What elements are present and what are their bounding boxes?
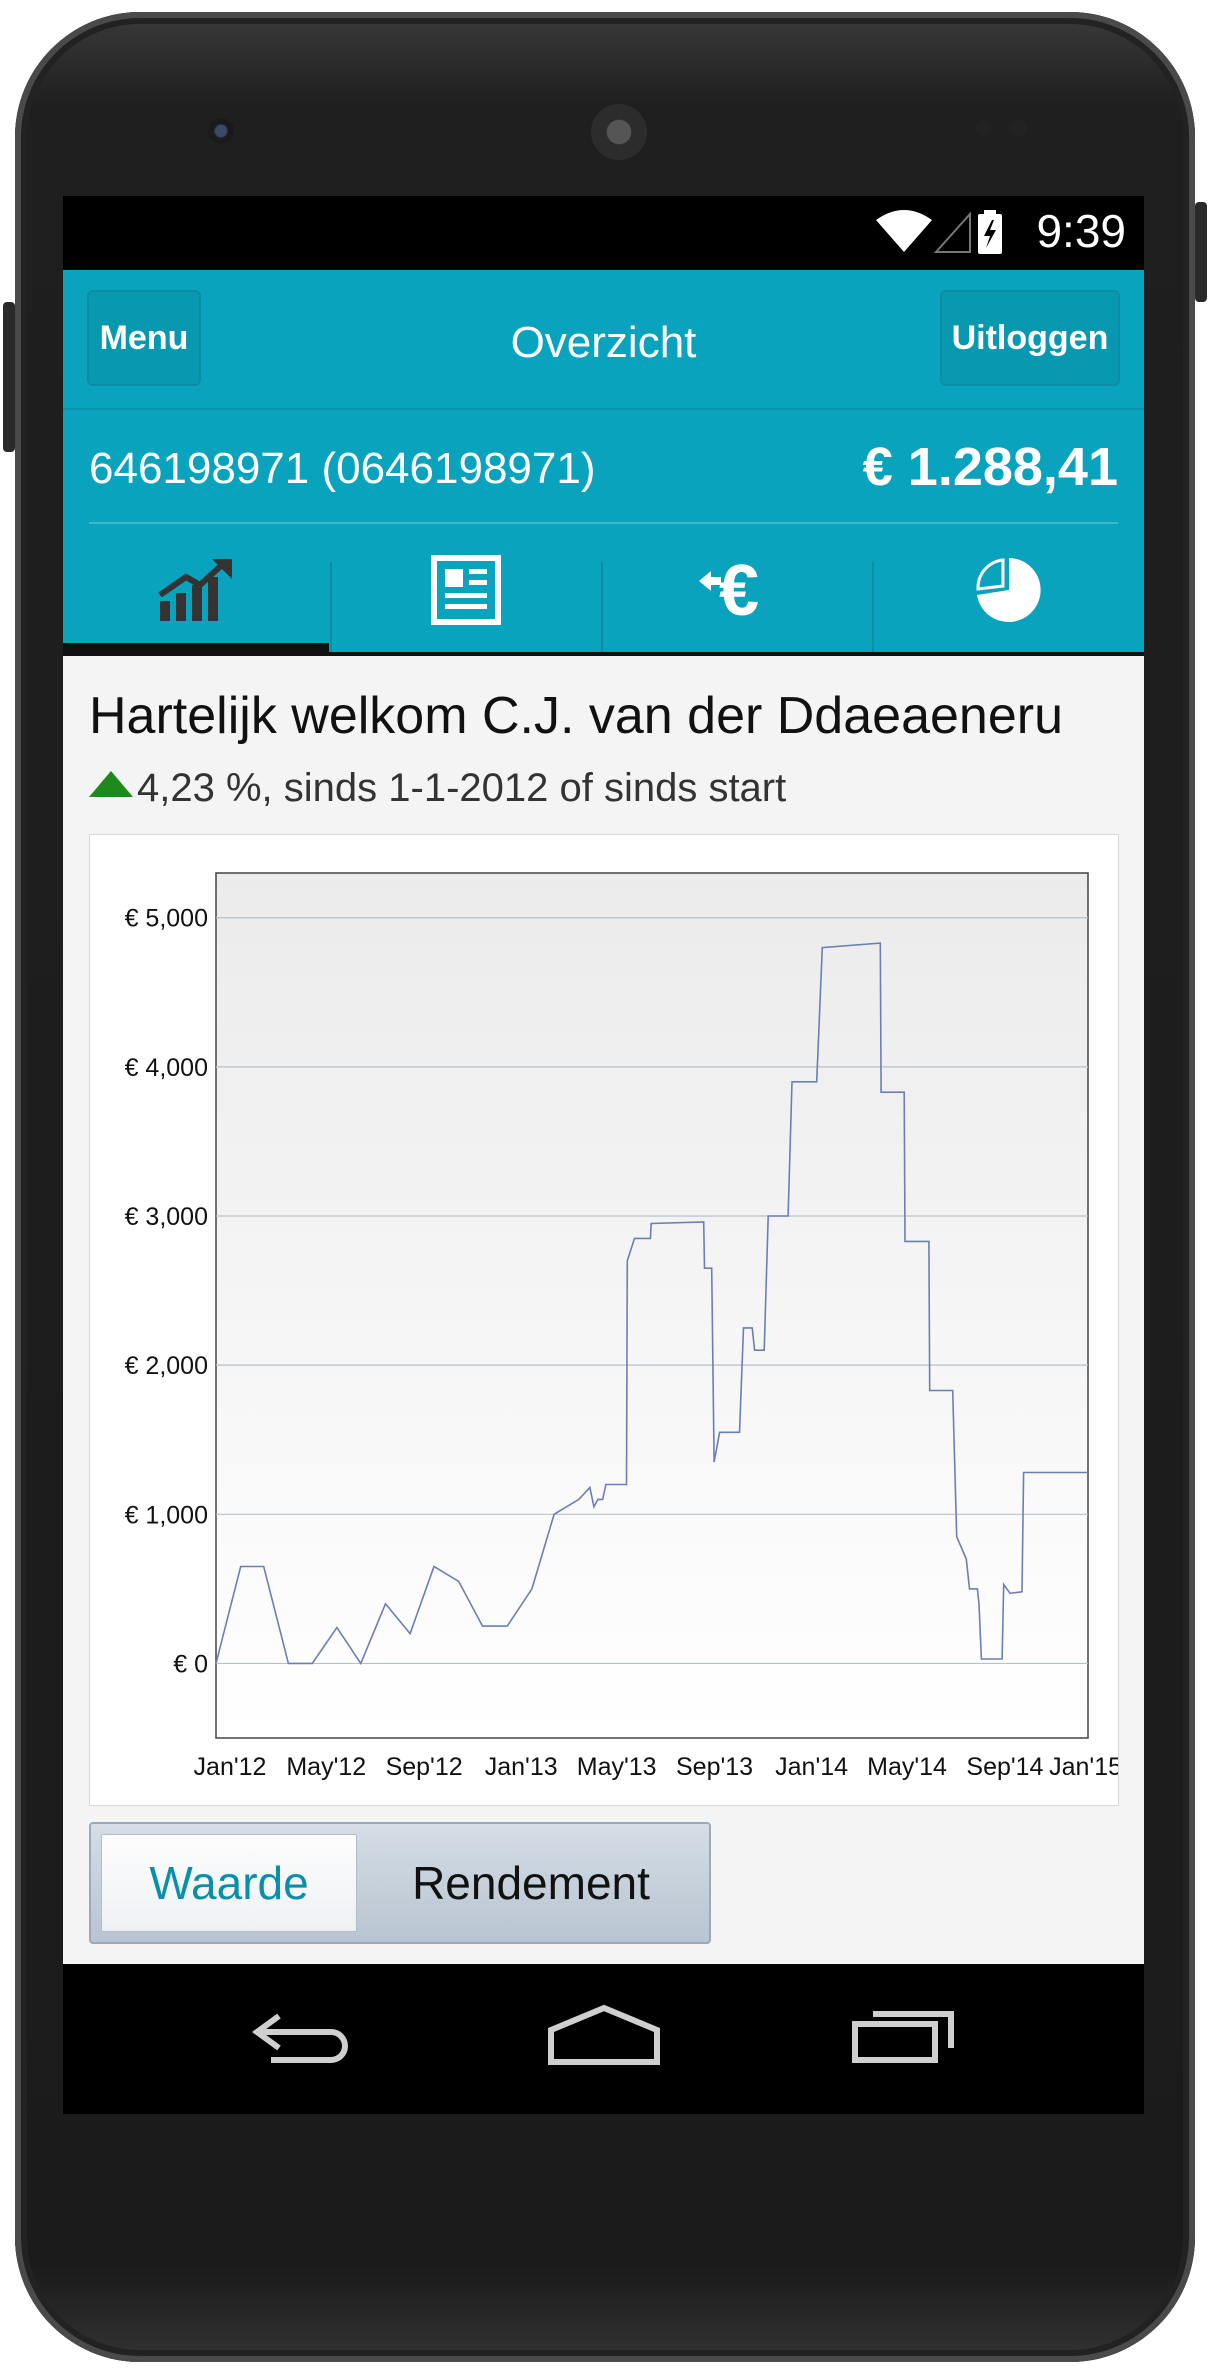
pie-chart-icon [976, 558, 1041, 622]
portfolio-chart: € 0 € 1,000 € 2,000 € 3,000 € 4,000 € 5,000 J… [89, 834, 1122, 1806]
toggle-return-button[interactable]: Rendement [361, 1834, 701, 1932]
y-tick-label: € 3,000 [125, 1203, 208, 1231]
status-icons [874, 206, 1004, 265]
x-tick-label: May'12 [286, 1753, 366, 1781]
app-header: Menu Overzicht Uitloggen [63, 270, 1144, 408]
performance-line: 4,23 %, sinds 1-1-2012 of sinds start [89, 766, 786, 811]
status-bar: 9:39 [63, 196, 1144, 270]
chart-icon [158, 559, 232, 621]
y-tick-label: € 1,000 [125, 1501, 208, 1529]
welcome-message: Hartelijk welkom C.J. van der Ddaeaeneru [89, 687, 1063, 745]
x-tick-label: Sep'14 [966, 1753, 1043, 1781]
volume-button [3, 302, 15, 452]
tab-bar: € [63, 526, 1144, 654]
recent-apps-button[interactable] [851, 2002, 961, 2077]
toggle-value-button[interactable]: Waarde [101, 1834, 357, 1932]
y-tick-label: € 4,000 [125, 1054, 208, 1082]
x-tick-label: May'14 [867, 1753, 947, 1781]
chart-svg: € 0 € 1,000 € 2,000 € 3,000 € 4,000 € 5,000 J… [125, 872, 1122, 1781]
back-icon [251, 2013, 348, 2063]
tab-news[interactable] [332, 526, 600, 654]
euro-transfer-icon: € [699, 555, 759, 625]
y-tick-label: € 0 [173, 1650, 208, 1678]
x-tick-label: May'13 [577, 1753, 657, 1781]
screen: 9:39 Menu Overzicht Uitloggen 646198971 … [63, 196, 1144, 2114]
x-tick-label: Jan'12 [194, 1753, 267, 1781]
account-number: 646198971 (0646198971) [89, 444, 596, 493]
news-icon [431, 555, 501, 625]
back-button[interactable] [249, 2002, 359, 2077]
tab-allocation[interactable] [874, 526, 1144, 654]
performance-text: 4,23 %, sinds 1-1-2012 of sinds start [137, 766, 787, 810]
x-tick-label: Sep'12 [386, 1753, 463, 1781]
proximity-sensor [975, 120, 991, 136]
svg-text:€: € [719, 555, 759, 625]
y-tick-label: € 5,000 [125, 905, 208, 933]
logout-button[interactable]: Uitloggen [940, 290, 1120, 386]
chart-mode-toggle: Waarde Rendement [89, 1822, 711, 1944]
power-button [1195, 202, 1207, 302]
battery-charging-icon [978, 210, 1002, 254]
account-balance: € 1.288,41 [862, 437, 1118, 497]
home-button[interactable] [547, 2002, 661, 2077]
tab-overview[interactable] [63, 526, 329, 654]
x-tick-label: Jan'15 [1049, 1753, 1118, 1781]
account-divider [89, 522, 1118, 524]
tab-transactions[interactable]: € [603, 526, 871, 654]
system-nav-bar [63, 1964, 1144, 2114]
up-arrow-icon [89, 771, 133, 798]
status-time: 9:39 [1036, 205, 1126, 257]
home-icon [548, 2004, 660, 2065]
x-tick-label: Jan'13 [485, 1753, 558, 1781]
light-sensor [1011, 120, 1027, 136]
y-tick-label: € 2,000 [125, 1352, 208, 1380]
plot-area [215, 872, 1089, 1739]
earpiece-speaker [591, 104, 647, 160]
front-camera [208, 118, 234, 144]
x-tick-label: Jan'14 [775, 1753, 848, 1781]
x-tick-label: Sep'13 [676, 1753, 753, 1781]
signal-icon [933, 211, 971, 253]
wifi-icon [876, 210, 932, 252]
recent-apps-icon [852, 2011, 954, 2063]
main-content: Hartelijk welkom C.J. van der Ddaeaeneru… [63, 656, 1144, 1964]
